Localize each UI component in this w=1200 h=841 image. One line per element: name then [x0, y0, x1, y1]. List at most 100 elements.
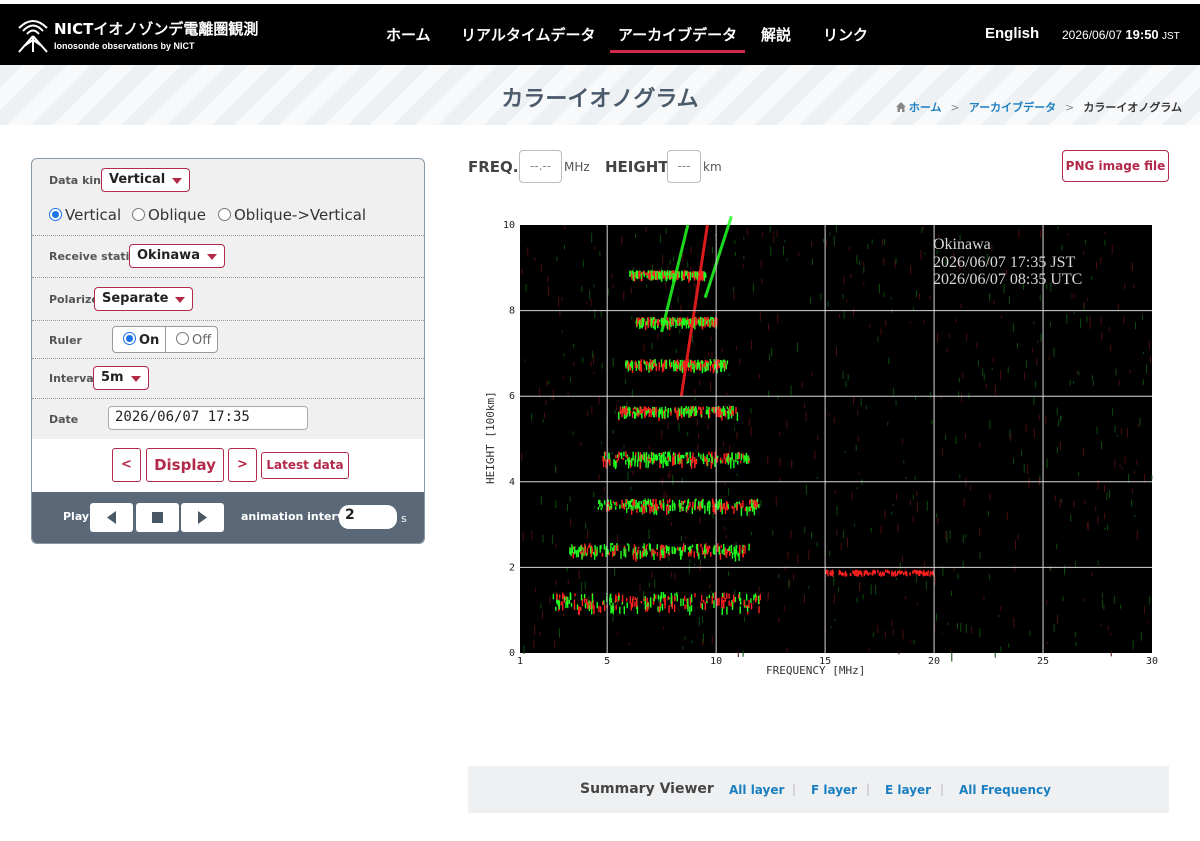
noise-speck	[851, 492, 853, 500]
echo-mark	[618, 595, 620, 601]
breadcrumb-archive[interactable]: アーカイブデータ	[969, 101, 1056, 114]
echo-mark	[654, 454, 656, 460]
noise-speck	[668, 333, 670, 336]
site-logo[interactable]: NICTイオノゾンデ電離圏観測 Ionosonde observations b…	[16, 14, 258, 58]
noise-speck	[962, 534, 964, 544]
echo-mark	[850, 573, 852, 577]
noise-speck	[920, 249, 922, 260]
ruler-on-radio[interactable]: On	[113, 327, 166, 352]
echo-mark	[681, 459, 683, 469]
echo-mark	[706, 406, 708, 409]
png-image-button[interactable]: PNG image file	[1062, 150, 1169, 182]
play-backward-button[interactable]	[90, 503, 133, 532]
echo-mark	[552, 593, 555, 600]
polarize-select[interactable]: Separate	[94, 287, 194, 311]
stop-button[interactable]	[136, 503, 179, 532]
noise-speck	[863, 262, 865, 267]
noise-speck	[877, 625, 879, 634]
echo-mark	[581, 552, 583, 560]
summary-e-layer-link[interactable]: E layer	[885, 783, 931, 797]
echo-mark	[708, 319, 710, 322]
latest-data-button[interactable]: Latest data	[261, 452, 349, 479]
animation-interval-input[interactable]: 2	[339, 505, 397, 529]
ionogram-plot[interactable]: 1 5 10 15 20 25 300246810 Okinawa 2026/06/07 1…	[468, 212, 1168, 682]
noise-speck	[804, 526, 806, 534]
data-kind-select[interactable]: Vertical	[101, 168, 191, 192]
mode-oblique-radio[interactable]: Oblique	[132, 206, 206, 224]
noise-speck	[1076, 371, 1078, 375]
echo-mark	[633, 544, 636, 554]
height-label: HEIGHT:	[605, 158, 674, 176]
noise-speck	[760, 260, 762, 268]
noise-speck	[797, 342, 798, 352]
receive-station-select[interactable]: Okinawa	[129, 244, 225, 268]
breadcrumb-home[interactable]: ホーム	[909, 101, 942, 114]
noise-speck	[793, 573, 795, 580]
y-tick-label: 0	[509, 648, 515, 659]
play-forward-button[interactable]	[181, 503, 224, 532]
noise-speck	[654, 579, 656, 589]
echo-mark	[922, 572, 925, 576]
echo-mark	[667, 272, 669, 275]
echo-mark	[664, 545, 666, 549]
noise-speck	[787, 551, 789, 559]
echo-mark	[614, 460, 617, 470]
nav-home[interactable]: ホーム	[386, 24, 431, 45]
noise-speck	[1142, 314, 1143, 321]
echo-mark	[643, 501, 645, 504]
nav-realtime[interactable]: リアルタイムデータ	[461, 24, 596, 45]
freq-input[interactable]: --.--	[519, 150, 562, 183]
prev-button[interactable]: <	[112, 448, 141, 482]
echo-mark	[576, 604, 579, 610]
display-button[interactable]: Display	[146, 448, 224, 482]
noise-speck	[1121, 466, 1123, 470]
next-button[interactable]: >	[228, 448, 257, 482]
noise-speck	[1015, 540, 1016, 550]
echo-mark	[674, 453, 677, 456]
noise-speck	[883, 292, 885, 298]
echo-mark	[637, 546, 640, 550]
echo-mark	[667, 410, 669, 418]
noise-speck	[883, 257, 885, 266]
noise-speck	[667, 424, 669, 430]
noise-speck	[531, 530, 533, 539]
language-toggle[interactable]: English	[985, 25, 1039, 42]
nav-links[interactable]: リンク	[823, 24, 868, 45]
echo-mark	[704, 359, 707, 367]
noise-speck	[591, 350, 593, 358]
echo-mark	[698, 362, 700, 370]
echo-mark	[731, 452, 733, 461]
echo-mark	[721, 459, 724, 464]
noise-speck	[612, 283, 614, 289]
summary-all-frequency-link[interactable]: All Frequency	[959, 783, 1051, 797]
echo-mark	[750, 598, 752, 603]
echo-mark	[700, 602, 702, 608]
echo-mark	[602, 601, 604, 605]
noise-speck	[951, 590, 952, 596]
noise-speck	[1111, 244, 1113, 255]
mode-vertical-radio[interactable]: Vertical	[49, 206, 121, 224]
echo-mark	[615, 604, 617, 610]
mode-oblique-vertical-radio[interactable]: Oblique->Vertical	[218, 206, 366, 224]
noise-speck	[614, 567, 616, 576]
echo-mark	[683, 408, 685, 417]
x-tick-label: 25	[1037, 656, 1049, 667]
summary-all-layer-link[interactable]: All layer	[729, 783, 784, 797]
ruler-off-radio[interactable]: Off	[166, 327, 218, 352]
echo-mark	[756, 498, 759, 503]
nav-archive[interactable]: アーカイブデータ	[609, 24, 746, 53]
noise-speck	[1091, 375, 1093, 381]
noise-speck	[1060, 415, 1061, 422]
height-input[interactable]: ---	[667, 150, 701, 183]
nav-explanation[interactable]: 解説	[761, 24, 791, 45]
date-input[interactable]: 2026/06/07 17:35	[108, 406, 308, 430]
interval-select[interactable]: 5m	[93, 366, 149, 390]
echo-mark	[646, 408, 648, 411]
noise-speck	[784, 240, 786, 243]
summary-f-layer-link[interactable]: F layer	[811, 783, 857, 797]
echo-mark	[619, 504, 621, 509]
noise-speck	[1053, 347, 1055, 358]
noise-speck	[1074, 294, 1076, 298]
echo-mark	[657, 318, 660, 327]
echo-mark	[662, 455, 664, 463]
